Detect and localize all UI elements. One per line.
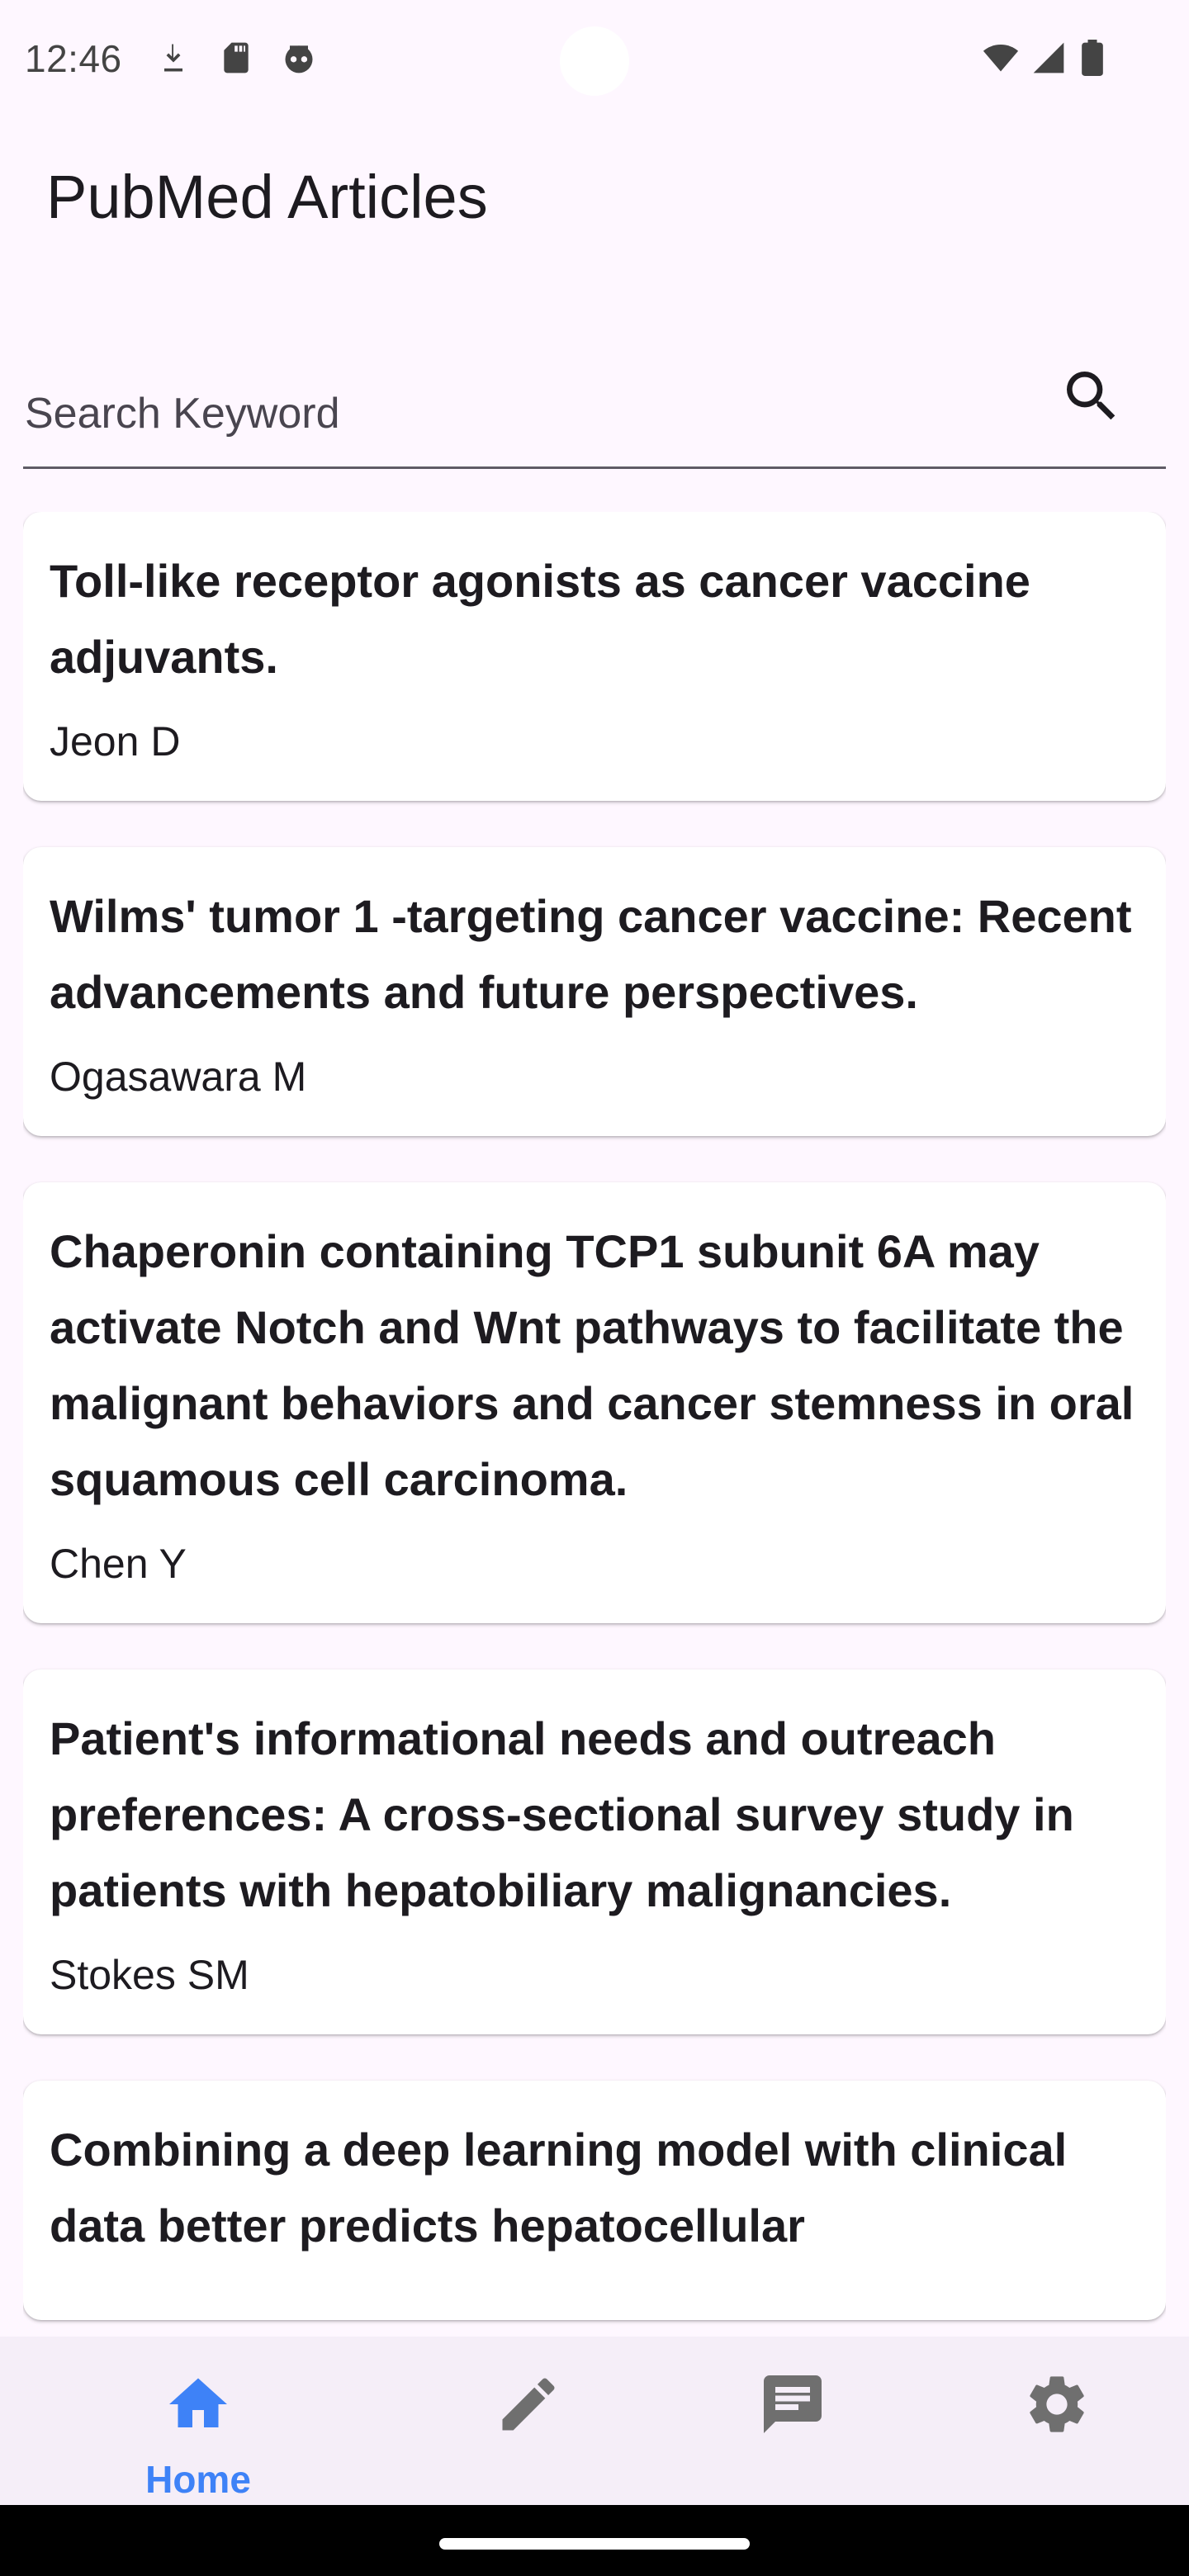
- robot-face-icon: [281, 40, 317, 76]
- status-time: 12:46: [25, 37, 122, 80]
- search-icon: [1067, 372, 1116, 420]
- article-title: Wilms' tumor 1 -targeting cancer vaccine…: [50, 890, 1132, 1018]
- wifi-icon: [979, 40, 1026, 76]
- bottom-navigation: Home: [0, 2337, 1189, 2505]
- search-field: [23, 339, 1166, 469]
- search-button[interactable]: [1050, 355, 1133, 438]
- chat-icon: [764, 2375, 822, 2433]
- article-card[interactable]: Combining a deep learning model with cli…: [23, 2081, 1166, 2320]
- article-author: Chen Y: [50, 1541, 187, 1587]
- status-bar: 12:46: [0, 0, 1189, 124]
- article-card[interactable]: Chaperonin containing TCP1 subunit 6A ma…: [23, 1182, 1166, 1623]
- cell-signal-icon: [1030, 40, 1067, 76]
- battery-icon: [1082, 40, 1111, 76]
- nav-item-home[interactable]: Home: [50, 2337, 347, 2505]
- sd-card-icon: [218, 40, 254, 76]
- article-title: Patient's informational needs and outrea…: [50, 1712, 1074, 1916]
- nav-label-home: Home: [145, 2458, 251, 2501]
- article-card[interactable]: Toll-like receptor agonists as cancer va…: [23, 512, 1166, 801]
- edit-icon: [502, 2378, 555, 2431]
- page-title: PubMed Articles: [46, 163, 488, 231]
- nav-item-chat[interactable]: [644, 2337, 941, 2505]
- article-title: Chaperonin containing TCP1 subunit 6A ma…: [50, 1225, 1135, 1505]
- article-list: Toll-like receptor agonists as cancer va…: [23, 512, 1166, 2337]
- home-gesture-handle[interactable]: [439, 2538, 750, 2550]
- download-icon: [155, 40, 192, 76]
- article-card[interactable]: Patient's informational needs and outrea…: [23, 1669, 1166, 2034]
- article-author: Ogasawara M: [50, 1054, 307, 1100]
- settings-icon: [1030, 2376, 1084, 2432]
- nav-item-edit[interactable]: [380, 2337, 677, 2505]
- app-screen: 12:46 PubMed Articles Search Keyword Tol…: [0, 0, 1189, 2576]
- camera-cutout: [560, 26, 629, 96]
- article-title: Toll-like receptor agonists as cancer va…: [50, 555, 1030, 683]
- search-input[interactable]: [23, 339, 1030, 466]
- home-icon: [169, 2378, 227, 2427]
- article-card[interactable]: Wilms' tumor 1 -targeting cancer vaccine…: [23, 847, 1166, 1136]
- nav-item-settings[interactable]: [908, 2337, 1189, 2505]
- article-title: Combining a deep learning model with cli…: [50, 2124, 1068, 2252]
- article-author: Stokes SM: [50, 1952, 249, 1998]
- system-gesture-bar: [0, 2505, 1189, 2576]
- article-author: Jeon D: [50, 718, 181, 765]
